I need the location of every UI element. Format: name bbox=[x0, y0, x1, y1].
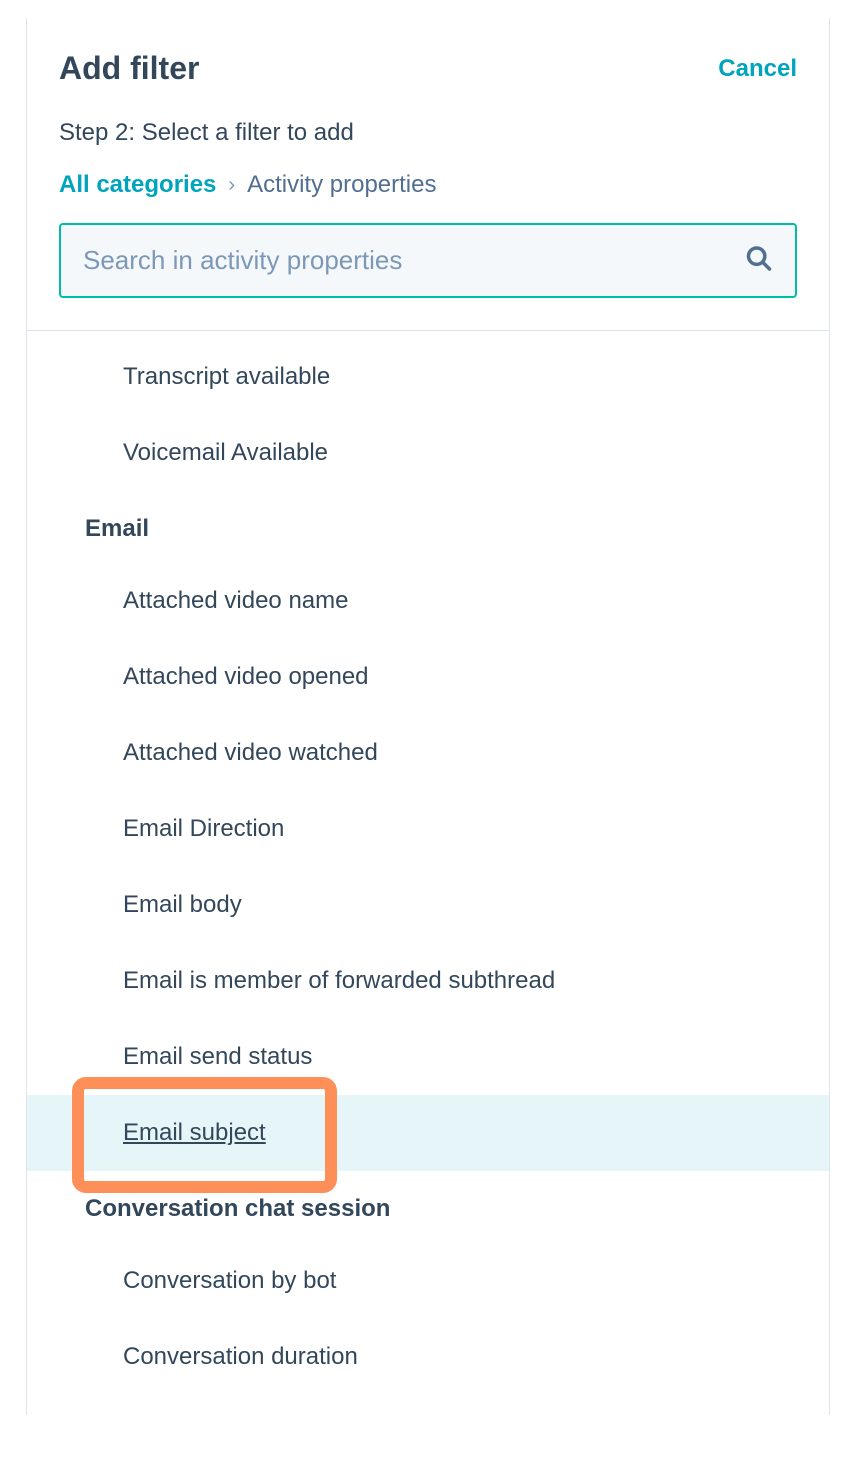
filter-item-attached-video-name[interactable]: Attached video name bbox=[27, 563, 829, 639]
filter-item-attached-video-watched[interactable]: Attached video watched bbox=[27, 715, 829, 791]
group-header-chat-session: Conversation chat session bbox=[27, 1171, 829, 1243]
cancel-button[interactable]: Cancel bbox=[718, 55, 797, 83]
breadcrumb-all-categories[interactable]: All categories bbox=[59, 171, 216, 199]
list-item-label: Attached video watched bbox=[123, 739, 378, 766]
filter-item-email-direction[interactable]: Email Direction bbox=[27, 791, 829, 867]
filter-item-email-subject[interactable]: Email subject bbox=[27, 1095, 829, 1171]
filter-item-email-body[interactable]: Email body bbox=[27, 867, 829, 943]
filter-item-transcript-available[interactable]: Transcript available bbox=[27, 339, 829, 415]
filter-list: Transcript available Voicemail Available… bbox=[27, 331, 829, 1415]
list-item-label: Conversation by bot bbox=[123, 1267, 336, 1294]
search-input[interactable] bbox=[59, 223, 797, 298]
list-item-label: Transcript available bbox=[123, 363, 330, 390]
list-item-label: Conversation duration bbox=[123, 1343, 358, 1370]
list-item-label: Attached video opened bbox=[123, 663, 369, 690]
list-item-label: Email Direction bbox=[123, 815, 284, 842]
filter-item-email-forwarded[interactable]: Email is member of forwarded subthread bbox=[27, 943, 829, 1019]
group-header-email: Email bbox=[27, 491, 829, 563]
list-item-label: Attached video name bbox=[123, 587, 348, 614]
list-item-label: Email subject bbox=[123, 1119, 266, 1146]
add-filter-panel: Add filter Cancel Step 2: Select a filte… bbox=[26, 18, 830, 1415]
search-icon bbox=[745, 244, 773, 277]
filter-item-conversation-by-bot[interactable]: Conversation by bot bbox=[27, 1243, 829, 1319]
chevron-right-icon: › bbox=[228, 174, 235, 197]
list-item-label: Voicemail Available bbox=[123, 439, 328, 466]
breadcrumb: All categories › Activity properties bbox=[59, 171, 797, 199]
list-item-label: Email is member of forwarded subthread bbox=[123, 967, 555, 994]
step-label: Step 2: Select a filter to add bbox=[59, 119, 797, 147]
list-item-label: Email send status bbox=[123, 1043, 312, 1070]
list-item-label: Email body bbox=[123, 891, 242, 918]
search-container bbox=[59, 223, 797, 298]
breadcrumb-current: Activity properties bbox=[247, 171, 436, 199]
header-top-row: Add filter Cancel bbox=[59, 50, 797, 87]
filter-item-email-send-status[interactable]: Email send status bbox=[27, 1019, 829, 1095]
panel-title: Add filter bbox=[59, 50, 199, 87]
panel-header: Add filter Cancel Step 2: Select a filte… bbox=[27, 18, 829, 331]
filter-item-voicemail-available[interactable]: Voicemail Available bbox=[27, 415, 829, 491]
filter-item-conversation-duration[interactable]: Conversation duration bbox=[27, 1319, 829, 1395]
filter-item-attached-video-opened[interactable]: Attached video opened bbox=[27, 639, 829, 715]
